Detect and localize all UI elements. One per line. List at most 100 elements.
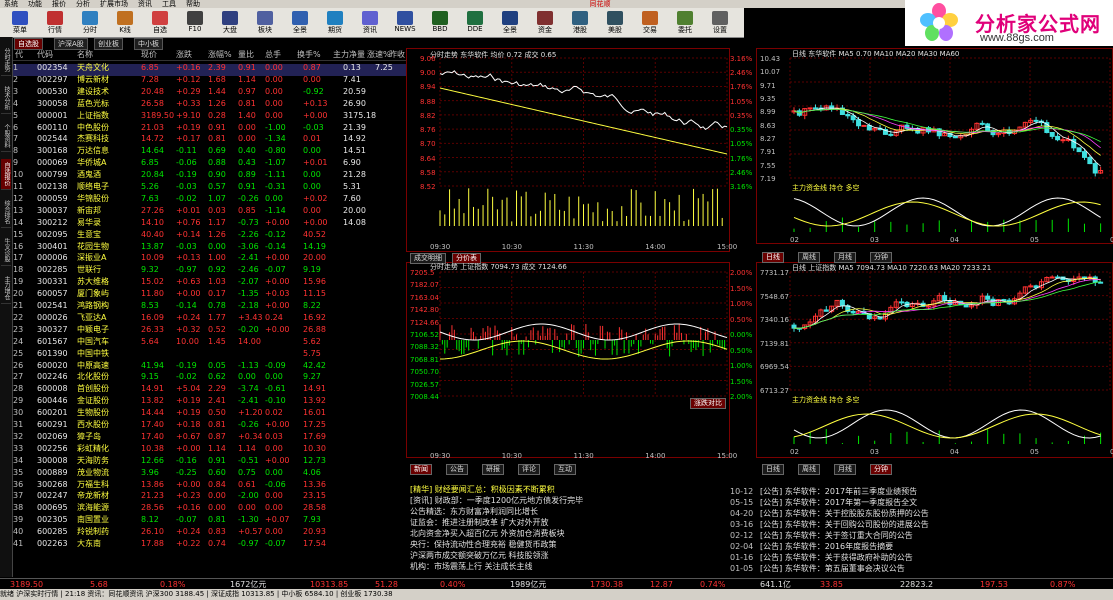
axis-label: 2.00% — [730, 393, 753, 401]
news-item[interactable]: 央行：保持流动性合理充裕 稳健货币政策 — [410, 539, 557, 550]
axis-label: 1.05% — [730, 140, 753, 149]
news-item[interactable]: [公告] 东华软件：2017年前三季度业绩预告 — [760, 486, 917, 497]
axis-label: 7008.44 — [410, 393, 439, 401]
kline-tab[interactable]: 日线 — [762, 252, 784, 263]
axis-label: 6713.27 — [760, 387, 789, 395]
axis-label: 0.35% — [730, 111, 753, 120]
axis-label: 7.19 — [760, 175, 776, 183]
candle-body — [979, 122, 985, 125]
kline-tab[interactable]: 周线 — [798, 252, 820, 263]
axis-label: 10:30 — [501, 243, 522, 251]
axis-label: 3.16% — [730, 183, 753, 191]
axis-label: 8.94 — [420, 83, 436, 92]
kline-tab[interactable]: 月线 — [834, 252, 856, 263]
axis-label: 7139.81 — [760, 339, 789, 348]
news-date: 05-15 — [730, 498, 754, 507]
news-tab[interactable]: 新闻 — [410, 464, 432, 475]
axis-label: 9.71 — [760, 81, 776, 90]
candle-body — [925, 305, 931, 308]
axis-label: 7088.32 — [410, 343, 439, 352]
axis-label: 14:00 — [645, 243, 666, 251]
news-item[interactable]: [公告] 东华软件：关于回购公司股份的进展公告 — [760, 519, 929, 530]
news-date: 01-05 — [730, 564, 754, 573]
axis-label: 7205.5 — [410, 269, 435, 277]
candle-body — [861, 124, 867, 127]
news-date: 04-20 — [730, 509, 754, 518]
candle-body — [1049, 276, 1055, 279]
axis-label: 0.50% — [730, 315, 753, 324]
axis-label: 8.63 — [760, 121, 776, 130]
axis-label: 03 — [870, 448, 879, 456]
axis-label: 15:00 — [717, 243, 738, 251]
chart-title: 日线 上证指数 MA5 7094.73 MA10 7220.63 MA20 72… — [792, 264, 992, 272]
news-panel-left: 新闻 公告 研报 评论 互动 [精华] 财经要闻汇总：积极因素不断累积 [资讯] 财政部：一… — [406, 462, 751, 577]
axis-label: 9.06 — [420, 55, 436, 63]
axis-label: 7050.70 — [410, 368, 439, 377]
axis-label: 8.58 — [420, 168, 436, 177]
news-item[interactable]: 机构：市场震荡上行 关注成长主线 — [410, 561, 533, 572]
axis-label: 7163.04 — [410, 293, 439, 302]
axis-label: 8.52 — [420, 183, 436, 191]
news-item[interactable]: [公告] 东华软件：2016年度报告摘要 — [760, 541, 893, 552]
news-tab[interactable]: 研报 — [482, 464, 504, 475]
news-tab[interactable]: 公告 — [446, 464, 468, 475]
axis-label: 2.00% — [730, 269, 753, 277]
candle-body — [1098, 281, 1104, 284]
axis-label: 7.91 — [760, 148, 776, 157]
news-panel-right: 10-12 [公告] 东华软件：2017年前三季度业绩预告 05-15 [公告] 东华… — [730, 462, 1113, 577]
moving-average-line — [793, 107, 1101, 167]
candle-body — [791, 324, 797, 329]
news-item[interactable]: [公告] 东华软件：关于获得政府补助的公告 — [760, 552, 913, 563]
candle-body — [1087, 156, 1093, 165]
axis-label: 15:00 — [717, 452, 738, 460]
candle-body — [1060, 139, 1066, 142]
candle-body — [856, 119, 862, 127]
average-line — [439, 87, 728, 155]
axis-label: 6969.54 — [760, 363, 789, 372]
axis-label: 04 — [950, 448, 959, 456]
news-item[interactable]: 公告精选：东方财富净利润同比增长 — [410, 506, 538, 517]
axis-label: 1.50% — [730, 284, 753, 293]
candle-body — [1001, 299, 1007, 302]
axis-label: 02 — [790, 236, 799, 244]
news-item[interactable]: [资讯] 财政部：一季度1200亿元地方债发行完毕 — [410, 495, 583, 506]
axis-label: 14:00 — [645, 452, 666, 460]
candle-body — [1076, 147, 1082, 153]
news-item[interactable]: [公告] 东华软件：2017年第一季度报告全文 — [760, 497, 917, 508]
indicator-label: 主力资金线 持仓 多空 — [792, 184, 860, 192]
candle-body — [1055, 135, 1061, 141]
axis-label: 8.99 — [760, 108, 776, 117]
news-tab[interactable]: 评论 — [518, 464, 540, 475]
indicator-line — [793, 197, 1101, 227]
axis-label: 7142.80 — [410, 306, 439, 315]
axis-label: 7182.07 — [410, 281, 439, 290]
axis-label: 03 — [870, 236, 879, 244]
axis-label: 7.55 — [760, 161, 776, 170]
news-item[interactable]: 北向资金净买入超百亿元 外资加仓消费板块 — [410, 528, 565, 539]
chart-tag[interactable]: 涨跌对比 — [690, 398, 726, 409]
axis-label: 2.46% — [730, 168, 753, 177]
news-item[interactable]: [公告] 东华软件：关于签订重大合同的公告 — [760, 530, 913, 541]
kline-tab[interactable]: 分钟 — [870, 252, 892, 263]
indicator-line — [793, 409, 1101, 439]
axis-label: 9.00 — [420, 69, 436, 78]
candle-body — [963, 304, 969, 308]
axis-label: 3.16% — [730, 55, 753, 63]
news-tab[interactable]: 互动 — [554, 464, 576, 475]
news-item[interactable]: [精华] 财经要闻汇总：积极因素不断累积 — [410, 484, 555, 495]
news-item[interactable]: [公告] 东华软件：第五届董事会决议公告 — [760, 563, 905, 574]
axis-label: 8.70 — [420, 140, 436, 149]
news-date: 10-12 — [730, 487, 754, 496]
axis-label: 1.00% — [730, 362, 753, 370]
axis-label: 05 — [1030, 236, 1039, 244]
axis-label: 8.76 — [420, 126, 436, 135]
news-item[interactable]: [公告] 东华软件：关于控股股东股份质押的公告 — [760, 508, 929, 519]
chart-title: 日线 东华软件 MA5 0.70 MA10 MA20 MA30 MA60 — [792, 50, 960, 58]
candle-body — [1092, 163, 1098, 174]
axis-label: 04 — [950, 236, 959, 244]
axis-label: 09:30 — [430, 452, 451, 460]
news-item[interactable]: 证监会：推进注册制改革 扩大对外开放 — [410, 517, 549, 528]
axis-label: 7548.67 — [760, 292, 789, 301]
news-item[interactable]: 沪深两市成交额突破万亿元 科技股领涨 — [410, 550, 549, 561]
axis-label: 1.76% — [730, 154, 753, 163]
